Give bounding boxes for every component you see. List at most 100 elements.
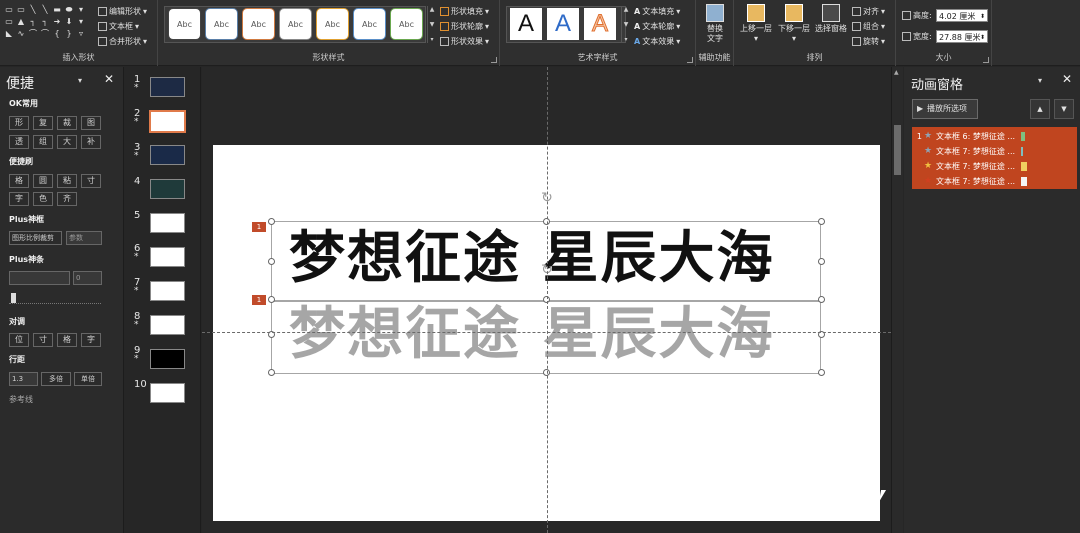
shape-gallery[interactable]: ▭ ▭ ╲ ╲ ▬ ⬬ ▾ ▭ ▲ ┐ ┐ ➜ ⬇ ▾ ◣ ∿ ⌒ ⌒ { } … [4,6,88,38]
horizontal-guide[interactable] [202,332,891,333]
height-input[interactable]: 4.02 厘米 ⬍ [936,9,988,22]
more-icon[interactable]: ▾ [624,36,627,43]
more-icon[interactable]: ▿ [76,30,86,38]
swap-position-button[interactable]: 位 [9,333,29,347]
dialog-launcher-icon[interactable] [687,57,693,63]
scroll-down-icon[interactable]: ▼ [624,21,629,28]
brush-circle-button[interactable]: 圆 [33,174,53,188]
shape-rect-icon[interactable]: ▭ [4,6,14,14]
slide-thumbnail[interactable] [150,247,185,267]
timing-bar[interactable] [1021,131,1026,141]
shape-outline-button[interactable]: 形状轮廓 ▾ [440,21,489,32]
spinner-icon[interactable]: ⬍ [980,10,985,23]
dropdown-icon[interactable]: ▾ [76,6,86,14]
gallery-scroll[interactable]: ▲ ▼ ▾ [621,6,630,43]
slide-title-line2[interactable]: 梦想征途 星辰大海 [289,305,775,365]
slide-thumbnail[interactable] [150,77,185,97]
shape-brace-icon[interactable]: } [64,30,74,38]
shape-style-option[interactable]: Abc [316,8,349,40]
group-button[interactable]: 组合 ▾ [852,21,885,32]
swap-text-button[interactable]: 字 [81,333,101,347]
shape-rect-icon[interactable]: ▭ [16,6,26,14]
swap-size-button[interactable]: 寸 [33,333,53,347]
shape-arrow-down-icon[interactable]: ⬇ [64,18,74,26]
vertical-scrollbar[interactable]: ▲ [891,67,903,533]
text-box-button[interactable]: 文本框 ▾ [98,21,139,32]
slide-thumbnail[interactable] [150,315,185,335]
resize-handle[interactable] [818,369,825,376]
align-button[interactable]: 对齐 ▾ [852,6,885,17]
slide-thumbnail-selected[interactable] [149,110,186,133]
shape-triangle-icon[interactable]: ▲ [16,18,26,26]
ratio-crop-button[interactable]: 图形比例裁剪 [9,231,62,245]
guides-link[interactable]: 参考线 [9,394,33,405]
play-selected-button[interactable]: ▶ 播放所选项 [912,99,978,119]
shape-style-option[interactable]: Abc [390,8,423,40]
swap-format-button[interactable]: 格 [57,333,77,347]
shape-style-option[interactable]: Abc [242,8,275,40]
ok-image-button[interactable]: 图 [81,116,101,130]
shape-style-option[interactable]: Abc [353,8,386,40]
shape-style-option[interactable]: Abc [279,8,312,40]
ok-fill-button[interactable]: 补 [81,135,101,149]
slide-thumbnail[interactable] [150,179,185,199]
text-outline-button[interactable]: A 文本轮廓 ▾ [634,21,680,32]
shape-curve-icon[interactable]: ⌒ [28,30,38,38]
brush-font-button[interactable]: 字 [9,192,29,206]
wordart-option[interactable]: A [584,8,616,40]
merge-shapes-button[interactable]: 合并形状 ▾ [98,36,147,47]
send-backward-button[interactable]: 下移一层 ▾ [776,4,812,44]
brush-color-button[interactable]: 色 [33,192,53,206]
animation-item[interactable]: ★ 文本框 7: 梦想征途 ... [912,159,1028,173]
text-effects-button[interactable]: A 文本效果 ▾ [634,36,680,47]
ok-shape-button[interactable]: 形 [9,116,29,130]
resize-handle[interactable] [268,296,275,303]
selection-pane-button[interactable]: 选择窗格 [812,4,850,34]
ok-size-button[interactable]: 大 [57,135,77,149]
vertical-guide[interactable] [547,67,548,533]
dropdown-icon[interactable]: ▾ [76,18,86,26]
rotate-button[interactable]: 旋转 ▾ [852,36,885,47]
slide-thumbnail[interactable] [150,213,185,233]
more-icon[interactable]: ▾ [430,36,433,43]
slide-thumbnail[interactable] [150,281,185,301]
shape-curve-icon[interactable]: ⌒ [40,30,50,38]
scroll-up-icon[interactable]: ▲ [430,6,435,13]
scroll-up-icon[interactable]: ▲ [894,69,899,76]
timing-bar[interactable] [1021,146,1024,156]
slide-title-line1[interactable]: 梦想征途 星辰大海 [289,229,775,289]
shape-style-option[interactable]: Abc [168,8,201,40]
shape-brace-icon[interactable]: { [52,30,62,38]
shape-connector-icon[interactable]: ┐ [40,18,50,26]
pane-menu-icon[interactable]: ▾ [1038,76,1042,85]
alt-text-button[interactable]: 替换 文字 [700,4,730,44]
shape-ellipse-icon[interactable]: ⬬ [64,6,74,14]
resize-handle[interactable] [818,296,825,303]
brush-format-button[interactable]: 格 [9,174,29,188]
scroll-down-icon[interactable]: ▼ [430,21,435,28]
shape-rect-icon[interactable]: ▬ [52,6,62,14]
animation-order-tag[interactable]: 1 [252,295,266,305]
scrollbar-thumb[interactable] [894,125,901,175]
ok-copy-button[interactable]: 复 [33,116,53,130]
plus-bar-value-input[interactable]: 0 [73,271,102,285]
shape-line-icon[interactable]: ╲ [28,6,38,14]
timing-bar[interactable] [1021,176,1028,186]
shape-effects-button[interactable]: 形状效果 ▾ [440,36,489,47]
edit-shape-button[interactable]: 编辑形状 ▾ [98,6,147,17]
resize-handle[interactable] [268,258,275,265]
close-icon[interactable]: ✕ [104,72,114,86]
shape-arrow-icon[interactable]: ➜ [52,18,62,26]
ok-group-button[interactable]: 组 [33,135,53,149]
slide-thumbnail[interactable] [150,383,185,403]
shape-line-icon[interactable]: ╲ [40,6,50,14]
animation-item[interactable]: 1 ★ 文本框 6: 梦想征途 ... [912,129,1026,143]
move-down-button[interactable]: ▼ [1054,99,1074,119]
single-spacing-button[interactable]: 单倍 [74,372,102,386]
text-fill-button[interactable]: A 文本填充 ▾ [634,6,680,17]
shape-rect-icon[interactable]: ▭ [4,18,14,26]
crop-param-input[interactable]: 参数 [66,231,102,245]
brush-size-button[interactable]: 寸 [81,174,101,188]
resize-handle[interactable] [818,218,825,225]
close-icon[interactable]: ✕ [1062,72,1072,86]
